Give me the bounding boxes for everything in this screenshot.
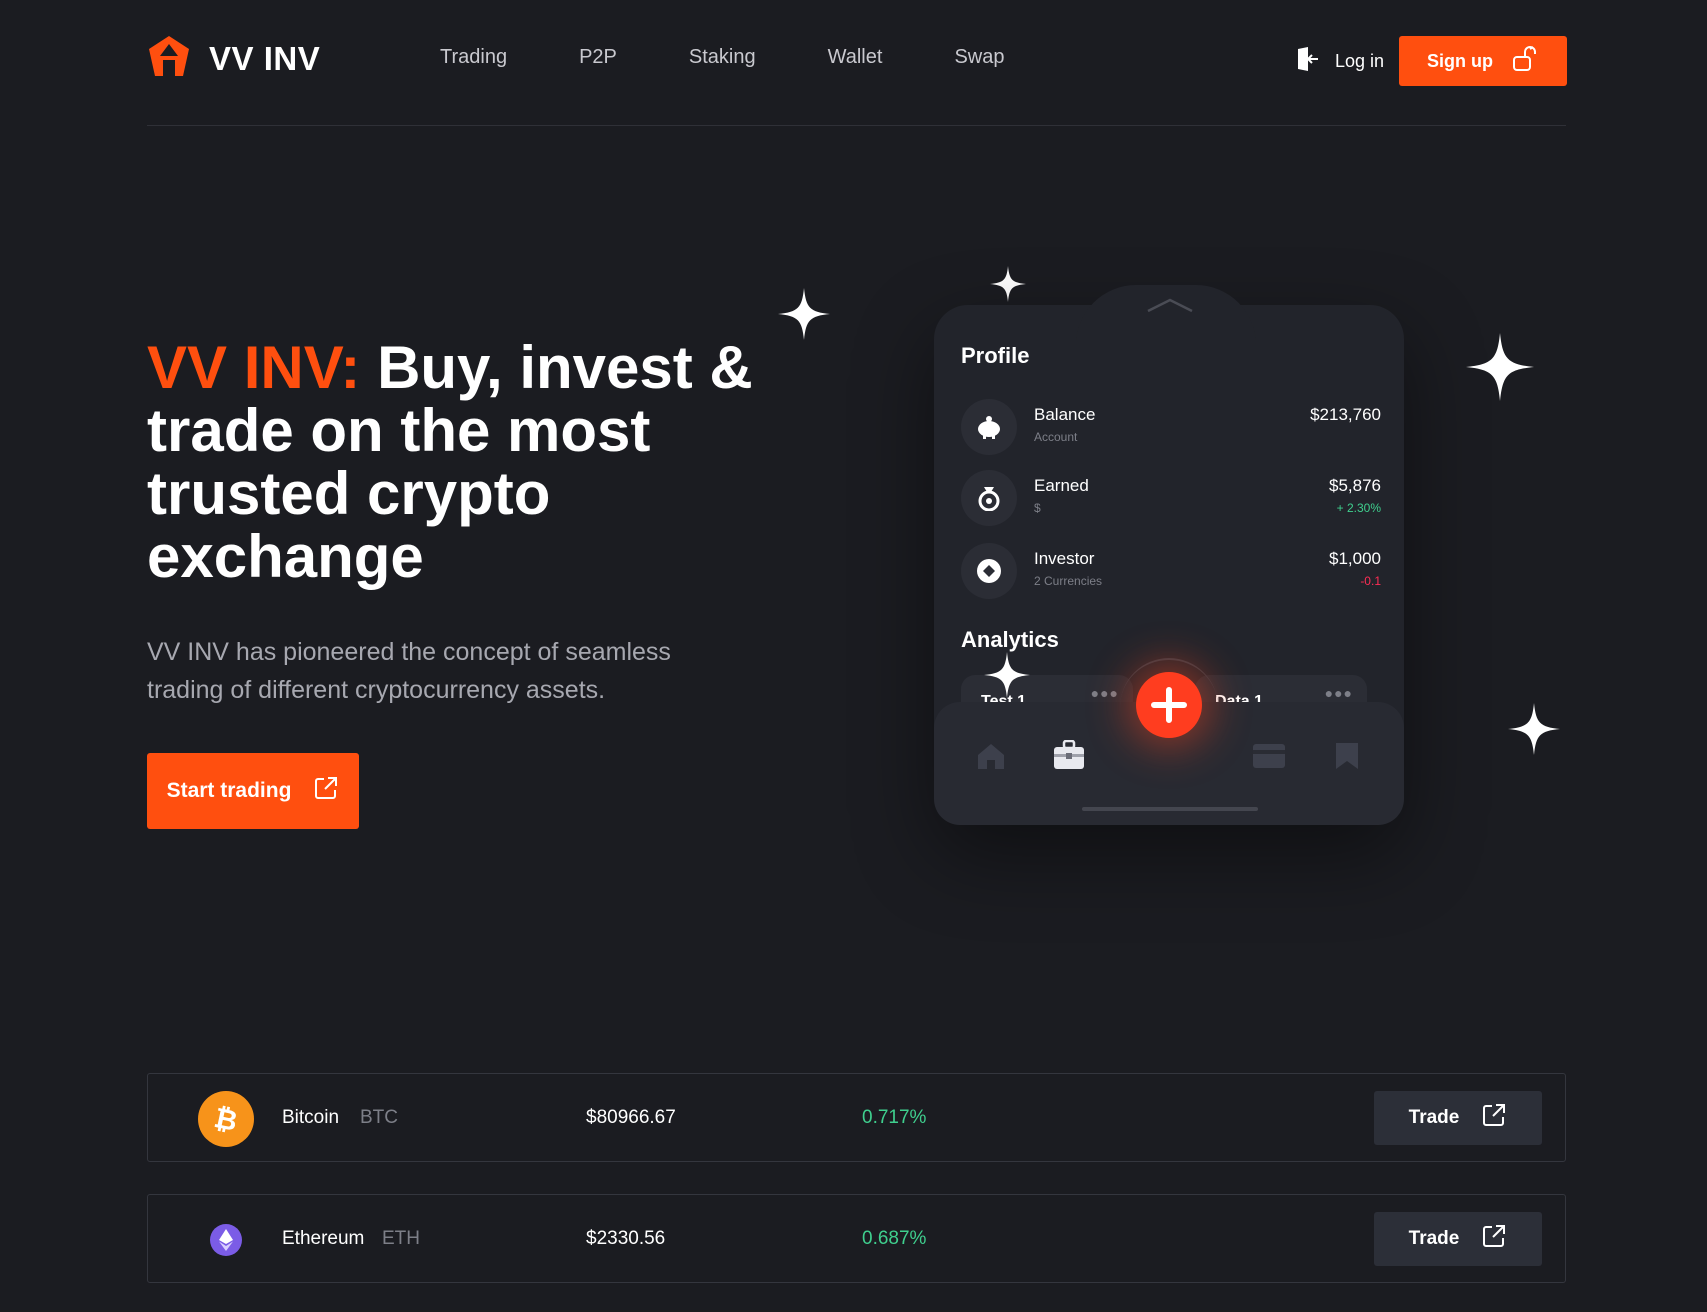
- chevron-up-icon: [1147, 298, 1193, 313]
- home-icon[interactable]: [976, 742, 1006, 775]
- hero-description: VV INV has pioneered the concept of seam…: [147, 638, 671, 704]
- home-indicator: [1082, 807, 1258, 811]
- phone-notch: [1076, 285, 1256, 345]
- profile-row-investor[interactable]: Investor 2 Currencies $1,000 -0.1: [961, 543, 1381, 599]
- nav-trading[interactable]: Trading: [440, 46, 507, 69]
- main-nav: Trading P2P Staking Wallet Swap: [440, 46, 1076, 69]
- coin-name: Ethereum: [282, 1228, 365, 1249]
- trade-button[interactable]: Trade: [1374, 1212, 1542, 1266]
- add-button[interactable]: [1136, 672, 1202, 738]
- nav-staking[interactable]: Staking: [689, 46, 756, 69]
- start-trading-button[interactable]: Start trading: [147, 753, 359, 829]
- profile-row-label: Investor: [1034, 549, 1095, 568]
- nav-swap[interactable]: Swap: [954, 46, 1004, 69]
- card-icon[interactable]: [1252, 742, 1286, 775]
- profile-row-value: $213,760: [1310, 405, 1381, 424]
- sparkle-icon: [1466, 333, 1534, 401]
- profile-row-label: Balance: [1034, 405, 1096, 424]
- ethereum-icon: [210, 1224, 242, 1256]
- money-bag-icon: [961, 470, 1017, 526]
- sparkle-icon: [778, 288, 830, 340]
- sparkle-icon: [990, 266, 1026, 302]
- piggy-bank-icon: [961, 399, 1017, 455]
- app-tab-bar: [934, 658, 1404, 825]
- coin-price: $2330.56: [586, 1228, 666, 1249]
- unlock-icon: [1511, 45, 1539, 78]
- profile-row-balance[interactable]: Balance Account $213,760: [961, 399, 1381, 455]
- nav-p2p[interactable]: P2P: [579, 46, 617, 69]
- hero-title-accent: VV INV:: [147, 334, 361, 401]
- external-link-icon: [1481, 1223, 1507, 1255]
- profile-row-sub: 2 Currencies: [1034, 574, 1103, 588]
- briefcase-icon[interactable]: [1053, 739, 1085, 775]
- bookmark-icon[interactable]: [1334, 742, 1360, 775]
- login-icon: [1295, 46, 1319, 77]
- trade-label: Trade: [1408, 1228, 1460, 1249]
- coin-change: 0.717%: [862, 1107, 927, 1128]
- login-label: Log in: [1335, 51, 1385, 71]
- more-icon[interactable]: ●●●: [1091, 685, 1119, 701]
- external-link-icon: [1481, 1102, 1507, 1134]
- signup-label: Sign up: [1427, 50, 1493, 71]
- coin-change: 0.687%: [862, 1228, 927, 1249]
- analytics-title: Analytics: [961, 627, 1059, 652]
- coin-name: Bitcoin: [282, 1107, 340, 1128]
- site-header: VV INV Trading P2P Staking Wallet Swap L…: [147, 0, 1567, 126]
- logo[interactable]: VV INV: [147, 34, 320, 83]
- profile-row-label: Earned: [1034, 476, 1089, 495]
- profile-row-earned[interactable]: Earned $ $5,876 + 2.30%: [961, 470, 1381, 526]
- sparkle-icon: [1508, 703, 1560, 755]
- bitcoin-icon: ₿: [198, 1091, 254, 1147]
- hero-title: VV INV: Buy, invest & trade on the most …: [147, 336, 767, 588]
- coin-icon: [961, 543, 1017, 599]
- svg-text:₿: ₿: [211, 1102, 240, 1136]
- logo-icon: [147, 34, 191, 83]
- sparkle-icon: [984, 652, 1030, 698]
- market-row-bitcoin: ₿ Bitcoin BTC $80966.67 0.717% Trade: [147, 1073, 1566, 1162]
- profile-row-sub: Account: [1034, 430, 1078, 444]
- profile-row-value: $1,000: [1329, 549, 1381, 568]
- profile-row-value: $5,876: [1329, 476, 1381, 495]
- profile-title: Profile: [961, 343, 1030, 368]
- profile-row-change: -0.1: [1360, 574, 1381, 588]
- brand-name: VV INV: [209, 39, 321, 77]
- market-row-ethereum: Ethereum ETH $2330.56 0.687% Trade: [147, 1194, 1566, 1283]
- signup-button[interactable]: Sign up: [1399, 36, 1567, 86]
- coin-symbol: ETH: [382, 1228, 420, 1249]
- trade-button[interactable]: Trade: [1374, 1091, 1542, 1145]
- login-link[interactable]: Log in: [1295, 46, 1384, 77]
- coin-price: $80966.67: [586, 1107, 676, 1128]
- start-trading-label: Start trading: [166, 779, 292, 802]
- nav-wallet[interactable]: Wallet: [828, 46, 883, 69]
- app-preview-card: Profile Balance Account $213,760 Earned …: [934, 285, 1404, 825]
- more-icon[interactable]: ●●●: [1325, 685, 1353, 701]
- trade-label: Trade: [1408, 1107, 1460, 1128]
- profile-row-sub: $: [1034, 501, 1041, 515]
- coin-symbol: BTC: [360, 1107, 398, 1128]
- profile-row-change: + 2.30%: [1336, 501, 1381, 515]
- external-link-icon: [313, 775, 339, 807]
